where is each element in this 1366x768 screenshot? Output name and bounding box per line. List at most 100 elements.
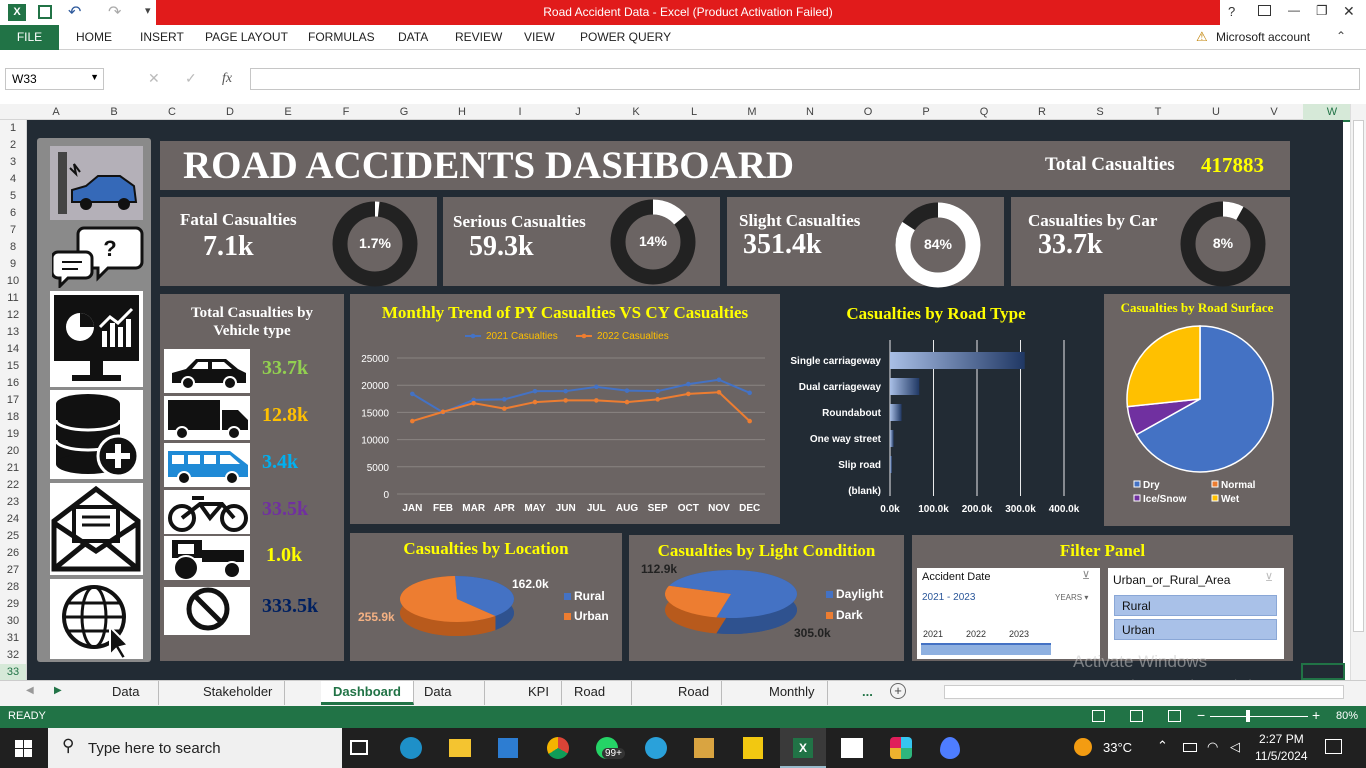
save-icon[interactable] — [38, 5, 52, 19]
row-header-20[interactable]: 20 — [0, 443, 26, 459]
selected-cell-w33[interactable] — [1301, 663, 1345, 680]
row-header-24[interactable]: 24 — [0, 511, 26, 527]
row-header-12[interactable]: 12 — [0, 307, 26, 323]
row-header-30[interactable]: 30 — [0, 613, 26, 629]
timeline-year-2023[interactable]: 2023 — [1009, 629, 1029, 639]
column-header-C[interactable]: C — [143, 104, 201, 120]
row-header-9[interactable]: 9 — [0, 256, 26, 272]
column-header-E[interactable]: E — [259, 104, 317, 120]
row-header-17[interactable]: 17 — [0, 392, 26, 408]
more-sheets[interactable]: ... — [862, 684, 873, 699]
snipping-tool-icon[interactable] — [694, 738, 714, 758]
page-layout-view-icon[interactable] — [1130, 710, 1143, 722]
row-header-33[interactable]: 33 — [0, 664, 26, 680]
clock-date[interactable]: 11/5/2024 — [1255, 749, 1308, 763]
normal-view-icon[interactable] — [1092, 710, 1105, 722]
horizontal-scrollbar[interactable] — [944, 685, 1344, 699]
column-header-O[interactable]: O — [839, 104, 897, 120]
account-menu[interactable]: Microsoft account — [1216, 25, 1310, 50]
zoom-in-button[interactable]: + — [1312, 707, 1320, 723]
ribbon-display-icon[interactable] — [1258, 5, 1271, 16]
row-header-28[interactable]: 28 — [0, 579, 26, 595]
tab-home[interactable]: HOME — [76, 25, 112, 50]
tab-view[interactable]: VIEW — [524, 25, 555, 50]
scroll-thumb[interactable] — [1353, 120, 1364, 632]
redo-icon[interactable]: ↷ — [108, 2, 121, 22]
row-header-10[interactable]: 10 — [0, 273, 26, 289]
column-header-L[interactable]: L — [665, 104, 723, 120]
area-slicer[interactable]: Urban_or_Rural_Area ⊻ Rural Urban — [1108, 568, 1284, 659]
zoom-slider-thumb[interactable] — [1246, 710, 1250, 722]
column-header-V[interactable]: V — [1245, 104, 1303, 120]
timeline-level-dropdown[interactable]: YEARS ▾ — [1055, 593, 1088, 602]
row-header-22[interactable]: 22 — [0, 477, 26, 493]
tab-insert[interactable]: INSERT — [140, 25, 184, 50]
row-header-11[interactable]: 11 — [0, 290, 26, 306]
timeline-year-2022[interactable]: 2022 — [966, 629, 986, 639]
undo-icon[interactable]: ↶ — [68, 2, 81, 22]
taskbar-search-box[interactable]: ⚲ Type here to search — [48, 728, 342, 768]
ribbon-collapse-icon[interactable]: ⌃ — [1336, 29, 1346, 43]
column-header-B[interactable]: B — [85, 104, 143, 120]
sheet-tab[interactable]: Road Surface — [562, 681, 632, 721]
row-header-13[interactable]: 13 — [0, 324, 26, 340]
tab-scroll-left-icon[interactable]: ◀ — [26, 685, 34, 696]
row-header-23[interactable]: 23 — [0, 494, 26, 510]
page-break-view-icon[interactable] — [1168, 710, 1181, 722]
row-header-29[interactable]: 29 — [0, 596, 26, 612]
slack-icon[interactable] — [890, 737, 912, 759]
row-header-5[interactable]: 5 — [0, 188, 26, 204]
column-header-I[interactable]: I — [491, 104, 549, 120]
column-header-S[interactable]: S — [1071, 104, 1129, 120]
minimize-button[interactable]: — — [1288, 3, 1300, 17]
column-header-Q[interactable]: Q — [955, 104, 1013, 120]
close-button[interactable]: ✕ — [1343, 3, 1355, 20]
sheet-tab[interactable]: Dashboard — [321, 681, 414, 705]
tab-power-query[interactable]: POWER QUERY — [580, 25, 671, 50]
timeline-year-2021[interactable]: 2021 — [923, 629, 943, 639]
row-header-16[interactable]: 16 — [0, 375, 26, 391]
clock-time[interactable]: 2:27 PM — [1259, 732, 1304, 746]
tab-scroll-right-icon[interactable]: ▶ — [54, 685, 62, 696]
edge-icon[interactable] — [400, 737, 422, 759]
customize-qat-icon[interactable]: ▾ — [145, 4, 151, 17]
clear-filter-icon[interactable]: ⊻ — [1265, 571, 1273, 584]
sheet-tab[interactable]: Road Type — [666, 681, 723, 721]
power-bi-icon[interactable] — [743, 737, 763, 759]
column-header-H[interactable]: H — [433, 104, 491, 120]
windows-start-icon[interactable] — [15, 740, 32, 757]
tab-data[interactable]: DATA — [398, 25, 428, 50]
area-option-rural[interactable]: Rural — [1114, 595, 1277, 616]
row-header-26[interactable]: 26 — [0, 545, 26, 561]
help-button[interactable]: ? — [1228, 4, 1235, 19]
volume-icon[interactable]: ◁ — [1230, 739, 1240, 755]
tab-page-layout[interactable]: PAGE LAYOUT — [205, 25, 288, 50]
column-header-J[interactable]: J — [549, 104, 607, 120]
column-header-G[interactable]: G — [375, 104, 433, 120]
file-tab[interactable]: FILE — [0, 25, 59, 50]
row-header-14[interactable]: 14 — [0, 341, 26, 357]
zoom-out-button[interactable]: − — [1197, 707, 1205, 723]
row-header-18[interactable]: 18 — [0, 409, 26, 425]
store-icon[interactable] — [498, 738, 518, 758]
confirm-entry-icon[interactable]: ✓ — [185, 70, 197, 87]
name-box[interactable]: W33 ▼ — [5, 68, 104, 90]
sheet-tab[interactable]: Data Analysis — [412, 681, 486, 721]
tray-chevron-icon[interactable]: ⌃ — [1157, 738, 1168, 754]
sheet-tab[interactable]: Stakeholder Reqt — [191, 681, 286, 721]
row-header-8[interactable]: 8 — [0, 239, 26, 255]
column-header-F[interactable]: F — [317, 104, 375, 120]
new-sheet-button[interactable]: + — [890, 683, 906, 699]
row-header-6[interactable]: 6 — [0, 205, 26, 221]
row-header-4[interactable]: 4 — [0, 171, 26, 187]
file-explorer-icon[interactable] — [449, 739, 471, 757]
row-header-27[interactable]: 27 — [0, 562, 26, 578]
column-header-U[interactable]: U — [1187, 104, 1245, 120]
restore-button[interactable]: ❐ — [1316, 3, 1328, 19]
formula-input[interactable] — [250, 68, 1360, 90]
tab-formulas[interactable]: FORMULAS — [308, 25, 375, 50]
zoom-level[interactable]: 80% — [1336, 710, 1358, 722]
column-header-K[interactable]: K — [607, 104, 665, 120]
row-header-1[interactable]: 1 — [0, 120, 26, 136]
row-header-2[interactable]: 2 — [0, 137, 26, 153]
